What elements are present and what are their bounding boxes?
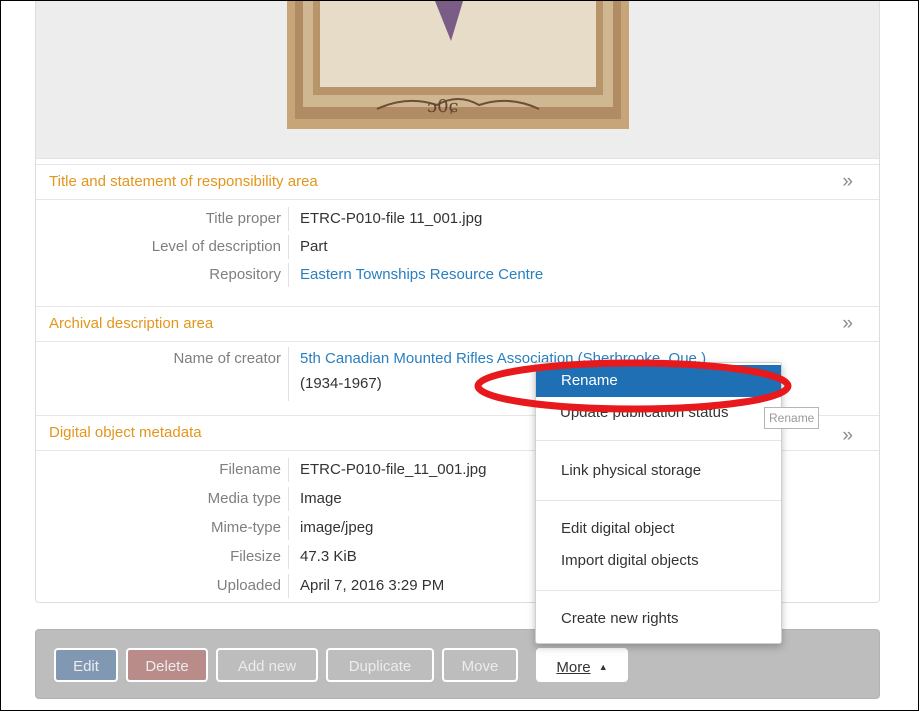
annotation-highlight-ellipse bbox=[474, 359, 792, 413]
field-value: Part bbox=[300, 238, 328, 255]
field-value: 47.3 KiB bbox=[300, 548, 357, 565]
divider bbox=[288, 263, 289, 287]
move-button[interactable]: Move bbox=[442, 648, 518, 682]
field-label: Repository bbox=[209, 266, 281, 283]
field-label: Uploaded bbox=[216, 577, 281, 594]
field-value: ETRC-P010-file_11_001.jpg bbox=[300, 461, 487, 478]
expand-chevron-icon[interactable]: » bbox=[842, 425, 853, 447]
edit-button[interactable]: Edit bbox=[54, 648, 118, 682]
svg-text:ɔ0ɕ: ɔ0ɕ bbox=[427, 96, 459, 117]
field-label: Title proper bbox=[205, 210, 281, 227]
duplicate-button[interactable]: Duplicate bbox=[326, 648, 434, 682]
section-header-archival-description[interactable]: Archival description area » bbox=[36, 306, 879, 342]
field-label: Level of description bbox=[151, 238, 281, 255]
menu-item-edit-digital-object[interactable]: Edit digital object bbox=[536, 513, 781, 545]
field-value: Image bbox=[300, 490, 342, 507]
field-value: April 7, 2016 3:29 PM bbox=[300, 577, 445, 594]
expand-chevron-icon[interactable]: » bbox=[842, 171, 853, 193]
field-value: ETRC-P010-file 11_001.jpg bbox=[300, 210, 483, 227]
creator-dates: (1934-1967) bbox=[300, 375, 382, 392]
field-row-level-of-description: Level of description Part bbox=[36, 235, 879, 259]
expand-chevron-icon[interactable]: » bbox=[842, 313, 853, 335]
section-title: Digital object metadata bbox=[49, 424, 202, 441]
menu-item-create-new-rights[interactable]: Create new rights bbox=[536, 603, 781, 635]
caret-up-icon: ▲ bbox=[598, 662, 608, 672]
field-label: Media type bbox=[207, 490, 281, 507]
field-row-repository: Repository Eastern Townships Resource Ce… bbox=[36, 263, 879, 287]
field-label: Filename bbox=[219, 461, 281, 478]
menu-divider bbox=[536, 440, 781, 441]
section-title: Title and statement of responsibility ar… bbox=[49, 173, 318, 190]
divider bbox=[288, 458, 289, 482]
section-title: Archival description area bbox=[49, 315, 214, 332]
menu-item-import-digital-objects[interactable]: Import digital objects bbox=[536, 545, 781, 577]
field-row-title-proper: Title proper ETRC-P010-file 11_001.jpg bbox=[36, 207, 879, 231]
add-new-button[interactable]: Add new bbox=[216, 648, 318, 682]
digital-object-preview: ɔ0ɕ bbox=[36, 1, 879, 159]
page-frame: ɔ0ɕ Title and statement of responsibilit… bbox=[0, 0, 919, 711]
field-value: image/jpeg bbox=[300, 519, 374, 536]
menu-divider bbox=[536, 590, 781, 591]
more-button[interactable]: More ▲ bbox=[536, 648, 628, 682]
menu-divider bbox=[536, 500, 781, 501]
divider bbox=[288, 207, 289, 231]
repository-link[interactable]: Eastern Townships Resource Centre bbox=[300, 266, 543, 283]
divider bbox=[288, 545, 289, 569]
section-header-title-area[interactable]: Title and statement of responsibility ar… bbox=[36, 164, 879, 200]
divider bbox=[288, 235, 289, 259]
menu-item-link-physical-storage[interactable]: Link physical storage bbox=[536, 455, 781, 487]
divider bbox=[288, 347, 289, 401]
more-label: More bbox=[556, 659, 591, 676]
divider bbox=[288, 487, 289, 511]
divider bbox=[288, 574, 289, 598]
field-label: Filesize bbox=[230, 548, 281, 565]
document-thumbnail[interactable]: ɔ0ɕ bbox=[287, 1, 629, 129]
delete-button[interactable]: Delete bbox=[126, 648, 208, 682]
field-label: Name of creator bbox=[173, 350, 281, 367]
field-label: Mime-type bbox=[210, 519, 281, 536]
divider bbox=[288, 516, 289, 540]
